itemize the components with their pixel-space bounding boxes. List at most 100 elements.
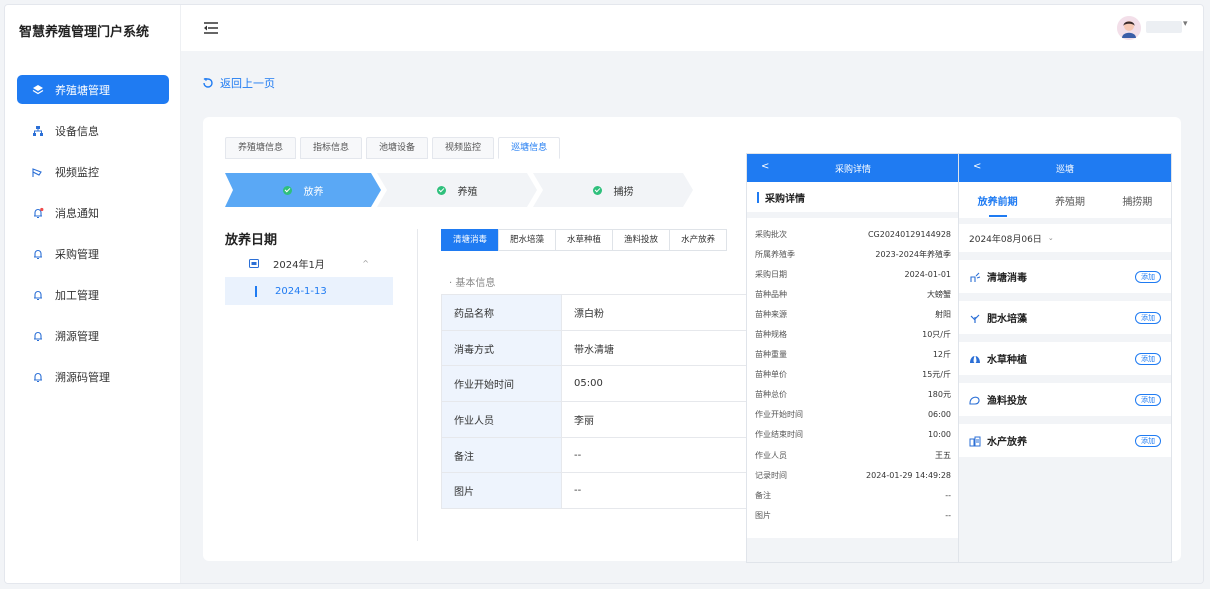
bell-icon <box>31 329 45 343</box>
avatar[interactable] <box>1117 16 1141 40</box>
table-row: 消毒方式 带水清塘 <box>441 329 747 367</box>
stage-steps: 放养 养殖 捕捞 <box>225 173 695 207</box>
list-item: 所属养殖季 2023-2024年养殖季 <box>755 244 951 264</box>
tab-video[interactable]: 视频监控 <box>432 137 495 159</box>
patrol-panel-header: < 巡塘 <box>959 154 1171 182</box>
sidebar-item-purchase[interactable]: 采购管理 <box>17 239 169 268</box>
list-item: 作业人员 王五 <box>755 445 951 465</box>
detail-value: -- <box>945 510 951 520</box>
tab-indicators[interactable]: 指标信息 <box>300 137 363 159</box>
tab-patrol[interactable]: 巡塘信息 <box>498 137 561 159</box>
tab-pond-devices[interactable]: 池塘设备 <box>366 137 429 159</box>
detail-value: 2024-01-29 14:49:28 <box>866 470 951 480</box>
info-value: 05:00 <box>561 365 747 403</box>
info-value: 漂白粉 <box>561 294 747 331</box>
section-marker <box>757 191 759 203</box>
sidebar-menu: 养殖塘管理 设备信息 视频监控 消息通知 采购管理 加工管理 溯源管理 溯源码管… <box>17 75 169 403</box>
sidebar-item-trace-code[interactable]: 溯源码管理 <box>17 362 169 391</box>
detail-value: -- <box>945 490 951 500</box>
purchase-detail-panel: < 采购详情 采购详情 采购批次 CG20240129144928 所属养殖季 20… <box>747 154 959 562</box>
step-harvest[interactable]: 捕捞 <box>533 173 693 207</box>
info-value: -- <box>561 436 747 474</box>
topbar: ▾ <box>181 5 1203 51</box>
network-icon <box>31 124 45 138</box>
sidebar-item-video[interactable]: 视频监控 <box>17 157 169 186</box>
check-icon <box>592 185 602 195</box>
tab-harvest-period[interactable]: 捕捞期 <box>1122 193 1152 208</box>
user-name[interactable] <box>1146 21 1182 33</box>
detail-key: 苗种总价 <box>755 390 787 400</box>
menu-fold-icon[interactable] <box>203 21 219 35</box>
detail-value: 2024-01-01 <box>904 269 952 279</box>
detail-value: CG20240129144928 <box>867 229 951 239</box>
add-button[interactable]: 添加 <box>1135 270 1161 283</box>
add-button[interactable]: 添加 <box>1135 434 1161 447</box>
detail-key: 苗种品种 <box>755 289 787 299</box>
subtab-disinfect[interactable]: 清塘消毒 <box>441 229 500 251</box>
step-stocking[interactable]: 放养 <box>225 173 381 207</box>
patrol-item-label: 渔料投放 <box>987 396 1027 407</box>
add-button[interactable]: 添加 <box>1135 393 1161 406</box>
patrol-item-label: 水产放养 <box>987 437 1027 448</box>
step-farming[interactable]: 养殖 <box>377 173 537 207</box>
subtab-fertilize[interactable]: 肥水培藻 <box>498 229 557 251</box>
sidebar: 智慧养殖管理门户系统 养殖塘管理 设备信息 视频监控 消息通知 采购管理 加工管… <box>5 5 181 583</box>
subtab-feed[interactable]: 渔料投放 <box>612 229 671 251</box>
patrol-item-label: 水草种植 <box>987 355 1027 366</box>
subtab-plant-grass[interactable]: 水草种植 <box>555 229 614 251</box>
sidebar-item-notifications[interactable]: 消息通知 <box>17 198 169 227</box>
panel-footer <box>747 538 959 562</box>
detail-value: 王五 <box>935 450 951 460</box>
disinfect-icon <box>970 272 981 282</box>
detail-key: 作业开始时间 <box>755 410 803 420</box>
subtab-release[interactable]: 水产放养 <box>669 229 728 251</box>
sidebar-item-pond-management[interactable]: 养殖塘管理 <box>17 75 169 104</box>
detail-key: 所属养殖季 <box>755 249 795 259</box>
list-item: 清塘消毒 添加 <box>959 260 1171 293</box>
info-key: 作业开始时间 <box>441 365 562 403</box>
sidebar-item-processing[interactable]: 加工管理 <box>17 280 169 309</box>
detail-value: 2023-2024年养殖季 <box>875 249 951 259</box>
year-group-toggle[interactable]: 2024年1月 ^ <box>225 249 395 277</box>
list-item: 苗种单价 15元/斤 <box>755 365 951 385</box>
table-row: 作业开始时间 05:00 <box>441 365 747 403</box>
tab-farming-period[interactable]: 养殖期 <box>1055 193 1085 208</box>
list-item: 苗种品种 大螃蟹 <box>755 284 951 304</box>
step-label: 捕捞 <box>613 186 634 198</box>
list-item: 记录时间 2024-01-29 14:49:28 <box>755 465 951 485</box>
sidebar-item-label: 养殖塘管理 <box>55 83 110 97</box>
grass-icon <box>970 355 980 363</box>
table-row: 图片 -- <box>441 472 747 510</box>
detail-key: 苗种来源 <box>755 309 787 319</box>
date-item-label: 2024-1-13 <box>275 285 327 297</box>
detail-key: 图片 <box>755 510 771 520</box>
sidebar-item-devices[interactable]: 设备信息 <box>17 116 169 145</box>
layers-icon <box>31 83 45 97</box>
detail-key: 苗种规格 <box>755 330 787 340</box>
sidebar-item-traceability[interactable]: 溯源管理 <box>17 321 169 350</box>
add-button[interactable]: 添加 <box>1135 352 1161 365</box>
feed-icon <box>969 396 980 405</box>
list-item: 作业开始时间 06:00 <box>755 405 951 425</box>
sidebar-item-label: 加工管理 <box>55 288 99 302</box>
back-chevron-icon[interactable]: < <box>973 161 981 172</box>
chevron-up-icon: ^ <box>362 258 369 268</box>
camera-icon <box>31 165 45 179</box>
sidebar-item-label: 溯源管理 <box>55 329 99 343</box>
purchase-section-title: 采购详情 <box>747 182 959 218</box>
date-item[interactable]: 2024-1-13 <box>225 277 393 305</box>
bell-dot-icon <box>31 206 45 220</box>
back-link[interactable]: 返回上一页 <box>203 75 275 91</box>
tab-pre-stocking[interactable]: 放养前期 <box>978 193 1018 208</box>
back-chevron-icon[interactable]: < <box>761 161 769 172</box>
add-button[interactable]: 添加 <box>1135 311 1161 324</box>
sidebar-item-label: 采购管理 <box>55 247 99 261</box>
detail-value: 10只/斤 <box>922 330 951 340</box>
tab-pond-info[interactable]: 养殖塘信息 <box>225 137 297 159</box>
user-menu-caret-icon[interactable]: ▾ <box>1183 19 1188 29</box>
year-label: 2024年1月 <box>273 259 325 271</box>
patrol-date-picker[interactable]: 2024年08月06日 ⌄ <box>959 224 1171 252</box>
detail-key: 备注 <box>755 490 771 500</box>
check-icon <box>282 185 292 195</box>
algae-icon <box>970 314 980 323</box>
